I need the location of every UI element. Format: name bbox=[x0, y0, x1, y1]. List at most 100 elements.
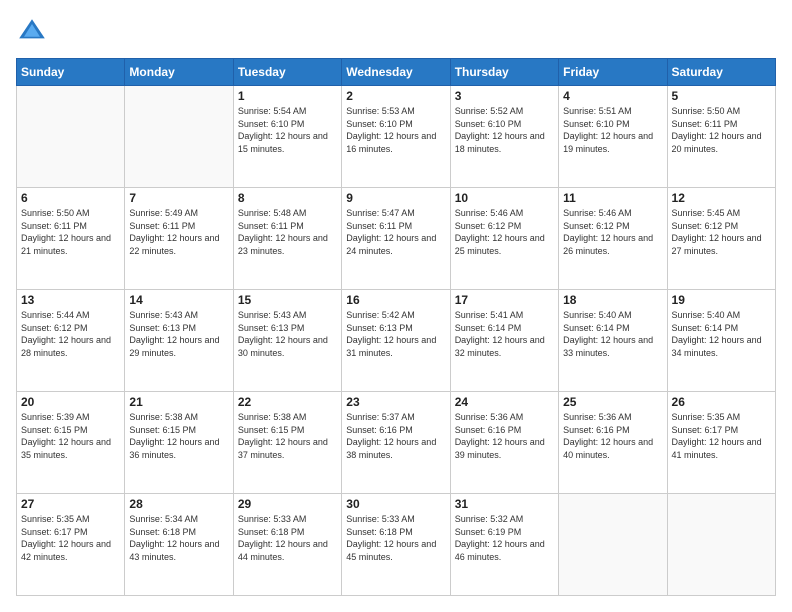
calendar-cell: 22Sunrise: 5:38 AM Sunset: 6:15 PM Dayli… bbox=[233, 392, 341, 494]
day-number: 9 bbox=[346, 191, 445, 205]
calendar-header-monday: Monday bbox=[125, 59, 233, 86]
day-info: Sunrise: 5:35 AM Sunset: 6:17 PM Dayligh… bbox=[21, 513, 120, 563]
calendar-cell: 16 Sunrise: 5:42 AM Sunset: 6:13 PM Dayli… bbox=[342, 290, 450, 392]
calendar-week-row: 1Sunrise: 5:54 AM Sunset: 6:10 PM Daylig… bbox=[17, 86, 776, 188]
day-number: 19 bbox=[672, 293, 771, 307]
calendar-cell: 15 Sunrise: 5:43 AM Sunset: 6:13 PM Dayli… bbox=[233, 290, 341, 392]
day-info: Sunrise: 5:39 AM Sunset: 6:15 PM Dayligh… bbox=[21, 411, 120, 461]
day-number: 6 bbox=[21, 191, 120, 205]
day-info: Sunrise: 5:33 AM Sunset: 6:18 PM Dayligh… bbox=[346, 513, 445, 563]
calendar-cell bbox=[667, 494, 775, 596]
day-info: Sunrise: 5:36 AM Sunset: 6:16 PM Dayligh… bbox=[455, 411, 554, 461]
day-number: 5 bbox=[672, 89, 771, 103]
day-info: Sunrise: 5:43 AM Sunset: 6:13 PM Dayligh… bbox=[238, 309, 337, 359]
calendar-cell: 21 Sunrise: 5:38 AM Sunset: 6:15 PM Dayli… bbox=[125, 392, 233, 494]
day-info: Sunrise: 5:36 AM Sunset: 6:16 PM Dayligh… bbox=[563, 411, 662, 461]
calendar-header-friday: Friday bbox=[559, 59, 667, 86]
day-number: 11 bbox=[563, 191, 662, 205]
calendar-header-wednesday: Wednesday bbox=[342, 59, 450, 86]
day-info: Sunrise: 5:33 AM Sunset: 6:18 PM Dayligh… bbox=[238, 513, 337, 563]
calendar-cell: 12 Sunrise: 5:45 AM Sunset: 6:12 PM Dayli… bbox=[667, 188, 775, 290]
calendar-table: SundayMondayTuesdayWednesdayThursdayFrid… bbox=[16, 58, 776, 596]
day-number: 13 bbox=[21, 293, 120, 307]
calendar-week-row: 6 Sunrise: 5:50 AM Sunset: 6:11 PM Daylig… bbox=[17, 188, 776, 290]
day-number: 16 bbox=[346, 293, 445, 307]
day-info: Sunrise: 5:43 AM Sunset: 6:13 PM Dayligh… bbox=[129, 309, 228, 359]
calendar-cell: 24 Sunrise: 5:36 AM Sunset: 6:16 PM Dayli… bbox=[450, 392, 558, 494]
calendar-cell: 11Sunrise: 5:46 AM Sunset: 6:12 PM Dayli… bbox=[559, 188, 667, 290]
calendar-week-row: 27Sunrise: 5:35 AM Sunset: 6:17 PM Dayli… bbox=[17, 494, 776, 596]
day-number: 3 bbox=[455, 89, 554, 103]
day-info: Sunrise: 5:52 AM Sunset: 6:10 PM Dayligh… bbox=[455, 105, 554, 155]
calendar-cell: 4 Sunrise: 5:51 AM Sunset: 6:10 PM Daylig… bbox=[559, 86, 667, 188]
day-number: 23 bbox=[346, 395, 445, 409]
day-info: Sunrise: 5:41 AM Sunset: 6:14 PM Dayligh… bbox=[455, 309, 554, 359]
calendar-cell: 7Sunrise: 5:49 AM Sunset: 6:11 PM Daylig… bbox=[125, 188, 233, 290]
calendar-cell: 14 Sunrise: 5:43 AM Sunset: 6:13 PM Dayli… bbox=[125, 290, 233, 392]
day-info: Sunrise: 5:37 AM Sunset: 6:16 PM Dayligh… bbox=[346, 411, 445, 461]
calendar-cell: 25 Sunrise: 5:36 AM Sunset: 6:16 PM Dayli… bbox=[559, 392, 667, 494]
calendar-cell: 30 Sunrise: 5:33 AM Sunset: 6:18 PM Dayli… bbox=[342, 494, 450, 596]
day-number: 25 bbox=[563, 395, 662, 409]
day-info: Sunrise: 5:38 AM Sunset: 6:15 PM Dayligh… bbox=[129, 411, 228, 461]
calendar-header-sunday: Sunday bbox=[17, 59, 125, 86]
calendar-cell: 28 Sunrise: 5:34 AM Sunset: 6:18 PM Dayli… bbox=[125, 494, 233, 596]
day-number: 2 bbox=[346, 89, 445, 103]
calendar-cell: 31 Sunrise: 5:32 AM Sunset: 6:19 PM Dayli… bbox=[450, 494, 558, 596]
calendar-cell: 20Sunrise: 5:39 AM Sunset: 6:15 PM Dayli… bbox=[17, 392, 125, 494]
calendar-cell: 26 Sunrise: 5:35 AM Sunset: 6:17 PM Dayli… bbox=[667, 392, 775, 494]
day-number: 8 bbox=[238, 191, 337, 205]
logo-icon bbox=[16, 16, 48, 48]
day-number: 14 bbox=[129, 293, 228, 307]
calendar-cell: 23 Sunrise: 5:37 AM Sunset: 6:16 PM Dayli… bbox=[342, 392, 450, 494]
calendar-cell: 27Sunrise: 5:35 AM Sunset: 6:17 PM Dayli… bbox=[17, 494, 125, 596]
calendar-cell: 29 Sunrise: 5:33 AM Sunset: 6:18 PM Dayli… bbox=[233, 494, 341, 596]
day-info: Sunrise: 5:46 AM Sunset: 6:12 PM Dayligh… bbox=[455, 207, 554, 257]
day-info: Sunrise: 5:42 AM Sunset: 6:13 PM Dayligh… bbox=[346, 309, 445, 359]
calendar-cell: 19 Sunrise: 5:40 AM Sunset: 6:14 PM Dayli… bbox=[667, 290, 775, 392]
calendar-cell: 8 Sunrise: 5:48 AM Sunset: 6:11 PM Daylig… bbox=[233, 188, 341, 290]
calendar-cell bbox=[125, 86, 233, 188]
calendar-header-saturday: Saturday bbox=[667, 59, 775, 86]
calendar-cell: 3 Sunrise: 5:52 AM Sunset: 6:10 PM Daylig… bbox=[450, 86, 558, 188]
calendar-cell: 13 Sunrise: 5:44 AM Sunset: 6:12 PM Dayli… bbox=[17, 290, 125, 392]
day-number: 12 bbox=[672, 191, 771, 205]
calendar-cell bbox=[17, 86, 125, 188]
day-number: 4 bbox=[563, 89, 662, 103]
day-info: Sunrise: 5:44 AM Sunset: 6:12 PM Dayligh… bbox=[21, 309, 120, 359]
calendar-cell: 10 Sunrise: 5:46 AM Sunset: 6:12 PM Dayli… bbox=[450, 188, 558, 290]
calendar-cell: 1Sunrise: 5:54 AM Sunset: 6:10 PM Daylig… bbox=[233, 86, 341, 188]
day-number: 7 bbox=[129, 191, 228, 205]
day-number: 18 bbox=[563, 293, 662, 307]
day-info: Sunrise: 5:48 AM Sunset: 6:11 PM Dayligh… bbox=[238, 207, 337, 257]
day-info: Sunrise: 5:38 AM Sunset: 6:15 PM Dayligh… bbox=[238, 411, 337, 461]
day-info: Sunrise: 5:51 AM Sunset: 6:10 PM Dayligh… bbox=[563, 105, 662, 155]
page: SundayMondayTuesdayWednesdayThursdayFrid… bbox=[0, 0, 792, 612]
day-number: 31 bbox=[455, 497, 554, 511]
calendar-week-row: 13 Sunrise: 5:44 AM Sunset: 6:12 PM Dayli… bbox=[17, 290, 776, 392]
calendar-week-row: 20Sunrise: 5:39 AM Sunset: 6:15 PM Dayli… bbox=[17, 392, 776, 494]
day-info: Sunrise: 5:40 AM Sunset: 6:14 PM Dayligh… bbox=[672, 309, 771, 359]
day-number: 28 bbox=[129, 497, 228, 511]
day-number: 30 bbox=[346, 497, 445, 511]
day-number: 24 bbox=[455, 395, 554, 409]
day-info: Sunrise: 5:34 AM Sunset: 6:18 PM Dayligh… bbox=[129, 513, 228, 563]
day-info: Sunrise: 5:50 AM Sunset: 6:11 PM Dayligh… bbox=[672, 105, 771, 155]
calendar-cell: 5 Sunrise: 5:50 AM Sunset: 6:11 PM Daylig… bbox=[667, 86, 775, 188]
day-number: 15 bbox=[238, 293, 337, 307]
logo bbox=[16, 16, 52, 48]
day-number: 17 bbox=[455, 293, 554, 307]
day-number: 29 bbox=[238, 497, 337, 511]
day-number: 21 bbox=[129, 395, 228, 409]
day-number: 10 bbox=[455, 191, 554, 205]
day-info: Sunrise: 5:50 AM Sunset: 6:11 PM Dayligh… bbox=[21, 207, 120, 257]
day-info: Sunrise: 5:40 AM Sunset: 6:14 PM Dayligh… bbox=[563, 309, 662, 359]
header bbox=[16, 16, 776, 48]
day-info: Sunrise: 5:45 AM Sunset: 6:12 PM Dayligh… bbox=[672, 207, 771, 257]
day-info: Sunrise: 5:32 AM Sunset: 6:19 PM Dayligh… bbox=[455, 513, 554, 563]
calendar-cell: 6 Sunrise: 5:50 AM Sunset: 6:11 PM Daylig… bbox=[17, 188, 125, 290]
day-number: 1 bbox=[238, 89, 337, 103]
day-number: 26 bbox=[672, 395, 771, 409]
day-info: Sunrise: 5:35 AM Sunset: 6:17 PM Dayligh… bbox=[672, 411, 771, 461]
calendar-cell: 17 Sunrise: 5:41 AM Sunset: 6:14 PM Dayli… bbox=[450, 290, 558, 392]
